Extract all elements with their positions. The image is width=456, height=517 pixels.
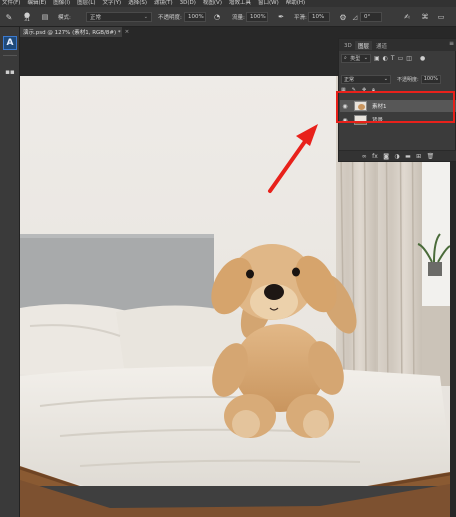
menu-item[interactable]: 滤镜(T)	[154, 0, 173, 7]
smooth-value: 10%	[312, 14, 325, 20]
blend-mode-dropdown[interactable]: 正常 ⌄	[341, 74, 391, 84]
layer-opacity-label: 不透明度:	[397, 76, 419, 83]
symmetry-icon[interactable]: ⌘	[420, 12, 430, 22]
layer-opacity-input[interactable]: 100%	[420, 74, 441, 84]
toolbar-divider	[3, 55, 17, 56]
filter-toggle-icon[interactable]: ●	[420, 55, 425, 62]
opacity-value: 100%	[188, 14, 204, 20]
document-tab-bar: 演示.psd @ 127% (素材1, RGB/8#) * ×	[20, 27, 456, 37]
document-tab-title: 演示.psd @ 127% (素材1, RGB/8#) *	[23, 30, 121, 36]
tab-layers[interactable]: 图层	[355, 41, 373, 50]
menu-item[interactable]: 图层(L)	[77, 0, 95, 7]
menu-item[interactable]: 选择(S)	[128, 0, 147, 7]
adjustment-filter-icon[interactable]: ◐	[383, 55, 388, 62]
close-icon[interactable]: ×	[125, 29, 130, 35]
menu-item[interactable]: 3D(D)	[180, 0, 196, 7]
mode-value: 正常	[90, 15, 102, 21]
menu-bar: 文件(F) 编辑(E) 图像(I) 图层(L) 文字(Y) 选择(S) 滤镜(T) 3D(D)…	[0, 0, 456, 7]
chevron-down-icon: ⌄	[143, 14, 148, 20]
angle-value: 0°	[364, 14, 371, 20]
chevron-down-icon: ⌄	[383, 76, 388, 82]
layer-filter-row: ⌕ 类型 ⌄ ▣ ◐ T ▭ ◫ ●	[341, 53, 455, 63]
opacity-label: 不透明度:	[158, 15, 182, 21]
pressure-size-icon[interactable]: ✍	[402, 12, 412, 22]
fx-icon[interactable]: fx	[372, 153, 378, 160]
type-filter-icon[interactable]: T	[391, 55, 395, 62]
menu-item[interactable]: 窗口(W)	[258, 0, 279, 7]
angle-input[interactable]: 0°	[360, 12, 382, 22]
pressure-opacity-icon[interactable]: ◔	[212, 12, 222, 22]
menu-item[interactable]: 编辑(E)	[27, 0, 46, 7]
tools-panel: A ▪▪	[0, 27, 20, 517]
layer-kind-filter[interactable]: ⌕ 类型 ⌄	[341, 53, 371, 63]
brush-panel-icon[interactable]: ▤	[40, 12, 50, 22]
workspace-icon[interactable]: ▭	[436, 12, 446, 22]
flow-input[interactable]: 100%	[246, 12, 268, 22]
menu-item[interactable]: 图像(I)	[53, 0, 70, 7]
panel-tab-strip: 3D 图层 通道 ≡	[339, 39, 456, 51]
new-layer-icon[interactable]: ⊞	[416, 153, 421, 160]
smooth-label: 平滑:	[294, 15, 307, 21]
search-icon: ⌕	[344, 55, 347, 61]
options-bar: ✎ ● 31 ▤ 模式: 正常 ⌄ 不透明度: 100% ◔ 流量: 100% ✒…	[0, 7, 456, 27]
menu-item[interactable]: 帮助(H)	[286, 0, 305, 7]
trash-icon[interactable]: 🗑︎	[427, 153, 435, 160]
tab-channels[interactable]: 通道	[373, 41, 390, 50]
menu-item[interactable]: 视图(V)	[203, 0, 222, 7]
airbrush-icon[interactable]: ✒	[276, 12, 286, 22]
chevron-down-icon: ⌄	[363, 55, 368, 61]
highlight-box	[336, 91, 455, 123]
mode-dropdown[interactable]: 正常 ⌄	[86, 12, 152, 22]
layer-opacity-value: 100%	[423, 76, 438, 82]
tab-3d[interactable]: 3D	[341, 41, 355, 50]
opacity-input[interactable]: 100%	[184, 12, 206, 22]
pixel-filter-icon[interactable]: ▣	[374, 55, 380, 62]
smooth-input[interactable]: 10%	[308, 12, 330, 22]
toolbar-collapse-icon[interactable]: ▪▪	[4, 67, 16, 77]
angle-icon: ◿	[352, 13, 358, 21]
gear-icon[interactable]: ⚙	[338, 12, 348, 22]
smart-object-filter-icon[interactable]: ◫	[406, 55, 412, 62]
layer-kind-value: 类型	[350, 55, 361, 62]
brush-size-value: 31	[24, 17, 30, 23]
link-icon[interactable]: ∞	[362, 153, 367, 160]
document-tab[interactable]: 演示.psd @ 127% (素材1, RGB/8#) * ×	[20, 27, 129, 37]
brush-preset-picker[interactable]: ● 31	[18, 11, 36, 23]
shape-filter-icon[interactable]: ▭	[398, 55, 404, 62]
flow-label: 流量:	[232, 15, 245, 21]
brush-tool-icon[interactable]: ✎	[4, 12, 14, 22]
menu-item[interactable]: 文字(Y)	[103, 0, 122, 7]
panel-menu-icon[interactable]: ≡	[449, 40, 454, 47]
a-icon[interactable]: A	[3, 36, 17, 50]
folder-icon[interactable]: ▬	[405, 153, 411, 160]
menu-item[interactable]: 文件(F)	[2, 0, 20, 7]
blend-mode-value: 正常	[344, 76, 355, 83]
blend-row: 正常 ⌄ 不透明度: 100%	[341, 74, 455, 84]
adjustment-icon[interactable]: ◑	[394, 153, 399, 160]
layers-panel-footer: ∞ fx ◙ ◑ ▬ ⊞ 🗑︎	[339, 150, 456, 161]
menu-item[interactable]: 增效工具	[229, 0, 251, 7]
mask-icon[interactable]: ◙	[383, 153, 389, 160]
flow-value: 100%	[250, 14, 266, 20]
mode-label: 模式:	[58, 15, 71, 21]
